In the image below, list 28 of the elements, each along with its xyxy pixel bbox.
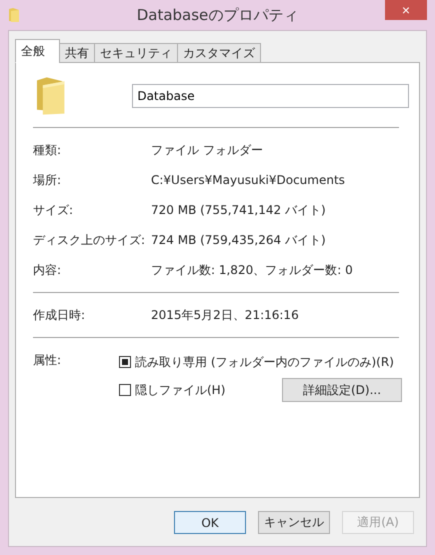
folder-icon: [8, 7, 20, 23]
checkbox-label[interactable]: 読み取り専用 (フォルダー内のファイルのみ)(R): [135, 354, 394, 370]
dialog-button[interactable]: OK: [174, 511, 246, 534]
property-label: 内容:: [33, 262, 62, 278]
name-field[interactable]: Database: [132, 84, 409, 108]
checkbox[interactable]: [119, 384, 131, 396]
checkbox-label[interactable]: 隠しファイル(H): [135, 382, 226, 398]
window-title: Databaseのプロパティ: [136, 6, 298, 24]
property-value: 720 MB (755,741,142 バイト): [151, 202, 326, 218]
property-value: C:¥Users¥Mayusuki¥Documents: [151, 173, 345, 187]
property-label: 場所:: [33, 172, 62, 188]
dialog-button[interactable]: キャンセル: [258, 511, 330, 534]
property-value: 724 MB (759,435,264 バイト): [151, 232, 326, 248]
tab[interactable]: カスタマイズ: [177, 43, 261, 63]
advanced-button[interactable]: 詳細設定(D)...: [282, 378, 402, 402]
property-value: ファイル フォルダー: [151, 142, 263, 158]
property-label: 種類:: [33, 142, 62, 158]
tab[interactable]: 共有: [59, 43, 95, 63]
tab[interactable]: 全般: [15, 39, 60, 63]
tab[interactable]: セキュリティ: [94, 43, 178, 63]
close-button[interactable]: ×: [385, 0, 427, 20]
property-label: 作成日時:: [33, 306, 86, 324]
property-value: 2015年5月2日、21:16:16: [151, 306, 299, 324]
property-value: ファイル数: 1,820、フォルダー数: 0: [151, 262, 353, 278]
property-label: ディスク上のサイズ:: [33, 232, 146, 248]
property-label: 属性:: [33, 352, 62, 368]
property-label: サイズ:: [33, 202, 74, 218]
checkbox[interactable]: [119, 356, 131, 368]
